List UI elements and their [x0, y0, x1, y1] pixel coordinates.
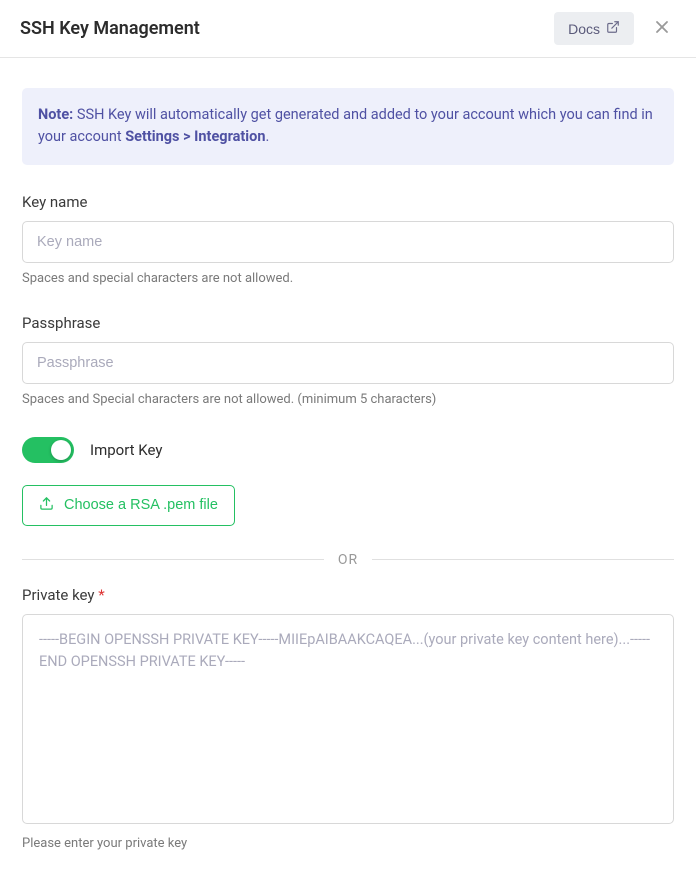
settings-path: Settings > Integration: [125, 128, 265, 145]
divider-line-left: [22, 559, 324, 560]
passphrase-help: Spaces and Special characters are not al…: [22, 392, 674, 407]
upload-icon: [39, 496, 54, 515]
keyname-help: Spaces and special characters are not al…: [22, 271, 674, 286]
close-button[interactable]: [648, 13, 676, 44]
modal-content: Note: SSH Key will automatically get gen…: [0, 58, 696, 871]
toggle-knob: [51, 440, 71, 460]
page-title: SSH Key Management: [20, 18, 200, 39]
choose-file-label: Choose a RSA .pem file: [64, 497, 218, 513]
external-link-icon: [606, 20, 620, 37]
passphrase-field: Passphrase Spaces and Special characters…: [22, 314, 674, 407]
header-actions: Docs: [554, 12, 676, 45]
privatekey-textarea[interactable]: [22, 614, 674, 824]
or-divider: OR: [22, 552, 674, 568]
info-note: Note: SSH Key will automatically get gen…: [22, 88, 674, 165]
keyname-input[interactable]: [22, 221, 674, 263]
note-label: Note:: [38, 106, 73, 123]
import-toggle-row: Import Key: [22, 437, 674, 463]
required-asterisk: *: [98, 586, 104, 604]
passphrase-input[interactable]: [22, 342, 674, 384]
privatekey-label-text: Private key: [22, 586, 98, 604]
import-toggle-label: Import Key: [90, 441, 162, 459]
choose-file-button[interactable]: Choose a RSA .pem file: [22, 485, 235, 526]
docs-label: Docs: [568, 21, 600, 37]
divider-line-right: [372, 559, 674, 560]
privatekey-label: Private key *: [22, 586, 674, 604]
passphrase-label: Passphrase: [22, 314, 674, 332]
privatekey-field: Private key * Please enter your private …: [22, 586, 674, 851]
divider-text: OR: [338, 552, 358, 568]
docs-button[interactable]: Docs: [554, 12, 634, 45]
note-text-2: .: [265, 128, 269, 145]
keyname-label: Key name: [22, 193, 674, 211]
import-toggle[interactable]: [22, 437, 74, 463]
keyname-field: Key name Spaces and special characters a…: [22, 193, 674, 286]
close-icon: [652, 17, 672, 40]
privatekey-help: Please enter your private key: [22, 836, 674, 851]
modal-header: SSH Key Management Docs: [0, 0, 696, 58]
